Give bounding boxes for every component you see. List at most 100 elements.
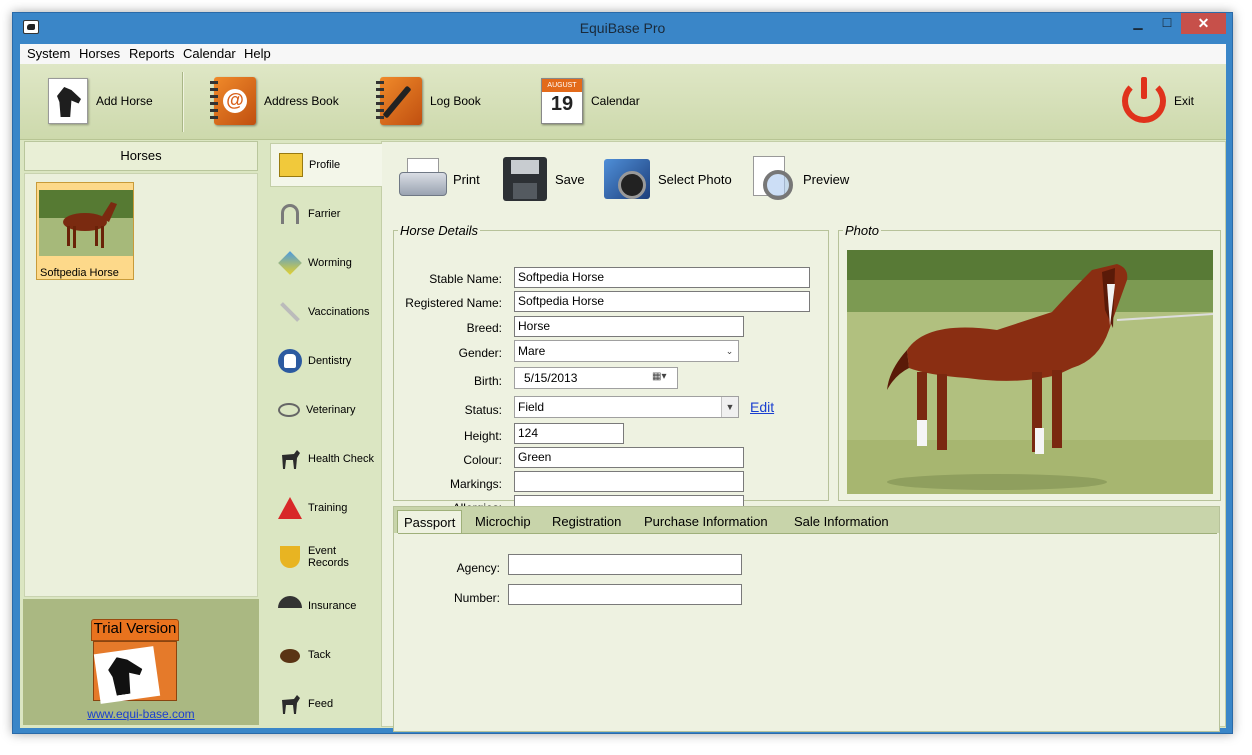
horse-list[interactable]: Softpedia Horse xyxy=(24,173,258,597)
nav-training[interactable]: Training xyxy=(270,486,380,530)
birth-date-picker[interactable]: 5/15/2013 ▦▾ xyxy=(514,367,678,389)
info-tabs-panel: Passport Microchip Registration Purchase… xyxy=(393,506,1220,732)
tab-passport[interactable]: Passport xyxy=(397,510,463,533)
gender-select[interactable]: Mare ⌄ xyxy=(514,340,739,362)
nav-training-label: Training xyxy=(308,502,348,514)
add-horse-label: Add Horse xyxy=(96,94,153,108)
nav-dentistry-label: Dentistry xyxy=(308,355,352,367)
gender-label: Gender: xyxy=(458,346,502,360)
horse-details-legend: Horse Details xyxy=(400,223,479,238)
floppy-disk-icon xyxy=(503,157,547,201)
nav-dentistry[interactable]: Dentistry xyxy=(270,339,380,383)
trial-logo: Trial Version xyxy=(89,619,181,704)
exit-button[interactable]: Exit xyxy=(1122,69,1194,133)
nav-vaccinations[interactable]: Vaccinations xyxy=(270,290,380,334)
tab-sale-information[interactable]: Sale Information xyxy=(788,510,895,533)
nav-veterinary[interactable]: Veterinary xyxy=(270,388,380,432)
number-label: Number: xyxy=(453,591,500,605)
passport-tab-body: Agency: Number: xyxy=(398,533,1217,729)
nav-event-records-label: Event Records xyxy=(307,545,349,569)
log-book-button[interactable]: Log Book xyxy=(376,69,481,133)
nav-farrier[interactable]: Farrier xyxy=(270,192,380,236)
horseshoe-icon xyxy=(281,204,299,224)
nav-profile[interactable]: Profile xyxy=(270,143,382,187)
horse-thumbnail-label: Softpedia Horse xyxy=(40,267,119,279)
tab-registration[interactable]: Registration xyxy=(546,510,627,533)
calendar-dropdown-icon[interactable]: ▦▾ xyxy=(652,371,674,385)
camera-icon xyxy=(604,159,650,199)
nav-farrier-label: Farrier xyxy=(308,208,341,220)
height-field[interactable]: 124 xyxy=(514,423,624,444)
nav-feed[interactable]: Feed xyxy=(270,682,380,726)
save-label: Save xyxy=(555,171,585,187)
photo-legend: Photo xyxy=(845,223,879,238)
registered-name-label: Registered Name: xyxy=(405,296,502,310)
stethoscope-icon xyxy=(278,403,300,417)
menu-horses[interactable]: Horses xyxy=(79,46,120,61)
nav-tack[interactable]: Tack xyxy=(270,633,380,677)
menu-reports[interactable]: Reports xyxy=(129,46,175,61)
height-label: Height: xyxy=(463,429,502,443)
horse-logo-icon xyxy=(93,646,161,704)
nav-event-records[interactable]: Event Records xyxy=(270,535,380,579)
minimize-button[interactable]: ▁ xyxy=(1124,13,1152,34)
edit-status-link[interactable]: Edit xyxy=(750,399,774,415)
horse-thumbnail-image xyxy=(39,190,133,256)
add-horse-button[interactable]: Add Horse xyxy=(48,69,153,133)
markings-label: Markings: xyxy=(449,477,502,491)
print-label: Print xyxy=(453,171,480,187)
nav-insurance[interactable]: Insurance xyxy=(270,584,380,628)
horse-icon xyxy=(278,447,302,471)
number-field[interactable] xyxy=(508,584,742,605)
horse-thumbnail[interactable]: Softpedia Horse xyxy=(36,182,134,280)
exit-label: Exit xyxy=(1174,94,1195,108)
menu-system[interactable]: System xyxy=(27,46,70,61)
log-book-icon xyxy=(376,77,422,125)
maximize-button[interactable]: ☐ xyxy=(1153,13,1181,34)
tab-purchase-information[interactable]: Purchase Information xyxy=(638,510,774,533)
birth-value: 5/15/2013 xyxy=(524,371,578,385)
preview-button[interactable]: Preview xyxy=(749,156,849,202)
tab-microchip[interactable]: Microchip xyxy=(469,510,537,533)
calendar-icon: AUGUST 19 xyxy=(541,78,583,124)
photo-group: Photo xyxy=(838,223,1221,501)
save-button[interactable]: Save xyxy=(503,156,585,202)
info-tabstrip: Passport Microchip Registration Purchase… xyxy=(394,507,1219,533)
nav-worming[interactable]: Worming xyxy=(270,241,380,285)
warning-sign-icon xyxy=(278,497,302,519)
title-bar[interactable]: EquiBase Pro ▁ ☐ ✕ xyxy=(13,13,1232,43)
nav-feed-label: Feed xyxy=(308,698,334,710)
address-book-button[interactable]: @ Address Book xyxy=(210,69,339,133)
calendar-icon-day: 19 xyxy=(550,93,574,115)
markings-field[interactable] xyxy=(514,471,744,492)
close-button[interactable]: ✕ xyxy=(1181,13,1226,34)
nav-tack-label: Tack xyxy=(308,649,331,661)
agency-field[interactable] xyxy=(508,554,742,575)
print-button[interactable]: Print xyxy=(399,156,480,202)
breed-field[interactable]: Horse xyxy=(514,316,744,337)
select-photo-label: Select Photo xyxy=(658,171,732,187)
status-select[interactable]: Field ▼ xyxy=(514,396,739,418)
nav-insurance-label: Insurance xyxy=(308,600,357,612)
website-link[interactable]: www.equi-base.com xyxy=(23,707,259,721)
log-book-label: Log Book xyxy=(430,94,481,108)
nav-health-check[interactable]: Health Check xyxy=(270,437,380,481)
calendar-button[interactable]: AUGUST 19 Calendar xyxy=(541,69,640,133)
app-window: EquiBase Pro ▁ ☐ ✕ System Horses Reports… xyxy=(12,12,1233,734)
stable-name-field[interactable]: Softpedia Horse xyxy=(514,267,810,288)
calendar-icon-month: AUGUST xyxy=(542,79,582,92)
stable-name-label: Stable Name: xyxy=(429,272,502,286)
power-icon xyxy=(1122,77,1166,123)
status-value: Field xyxy=(518,400,545,414)
menu-calendar[interactable]: Calendar xyxy=(183,46,236,61)
menu-help[interactable]: Help xyxy=(244,46,271,61)
address-book-label: Address Book xyxy=(264,94,339,108)
colour-field[interactable]: Green xyxy=(514,447,744,468)
registered-name-field[interactable]: Softpedia Horse xyxy=(514,291,810,312)
profile-nav: Profile Farrier Worming Vaccinations Den… xyxy=(270,141,382,727)
select-photo-button[interactable]: Select Photo xyxy=(604,156,732,202)
agency-label: Agency: xyxy=(456,561,500,575)
preview-label: Preview xyxy=(803,171,850,187)
chevron-down-icon: ⌄ xyxy=(721,341,738,361)
birth-label: Birth: xyxy=(473,374,502,388)
